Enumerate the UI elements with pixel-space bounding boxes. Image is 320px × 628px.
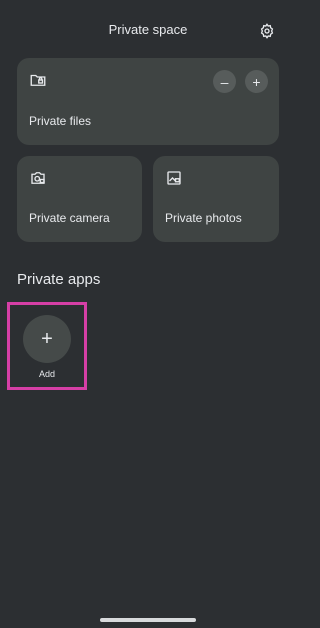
private-photos-tile[interactable]: Private photos bbox=[153, 156, 279, 242]
add-icon[interactable]: + bbox=[23, 315, 71, 363]
private-apps-heading: Private apps bbox=[17, 271, 101, 288]
camera-lock-icon bbox=[31, 172, 45, 184]
photo-lock-icon bbox=[167, 171, 181, 185]
settings-button[interactable] bbox=[256, 20, 278, 42]
page-title: Private space bbox=[108, 22, 188, 37]
add-label: Add bbox=[38, 369, 55, 379]
private-files-tile[interactable]: – + Private files bbox=[17, 58, 279, 145]
header: Private space bbox=[0, 0, 296, 60]
gear-icon bbox=[260, 23, 274, 39]
private-camera-tile[interactable]: Private camera bbox=[17, 156, 142, 242]
folder-lock-icon bbox=[30, 74, 46, 86]
private-camera-label: Private camera bbox=[29, 211, 110, 225]
home-indicator[interactable] bbox=[100, 618, 196, 622]
decrease-button[interactable]: – bbox=[213, 70, 236, 93]
add-app-button[interactable]: + Add bbox=[23, 315, 71, 379]
private-photos-label: Private photos bbox=[165, 211, 242, 225]
private-files-label: Private files bbox=[29, 114, 92, 128]
increase-button[interactable]: + bbox=[245, 70, 268, 93]
